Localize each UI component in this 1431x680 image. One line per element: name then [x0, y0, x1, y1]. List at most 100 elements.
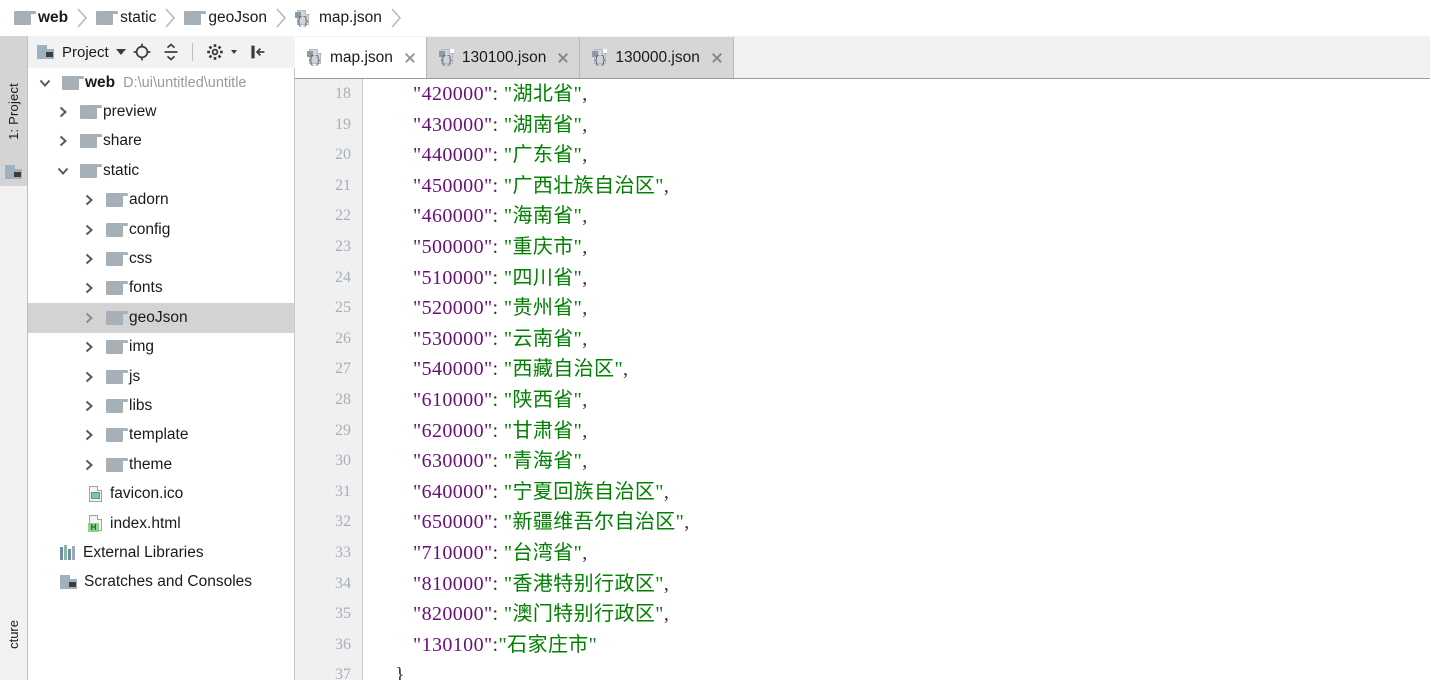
tree-item-label: favicon.ico: [110, 485, 184, 503]
code-line[interactable]: 31 "640000": "宁夏回族自治区",: [295, 477, 1431, 508]
code-line[interactable]: 22 "460000": "海南省",: [295, 201, 1431, 232]
tree-row-favicon[interactable]: favicon.ico: [28, 479, 294, 508]
chevron-right-icon[interactable]: [80, 251, 97, 268]
folder-icon: [106, 428, 128, 443]
breadcrumb-item-web[interactable]: web: [14, 0, 68, 36]
chevron-right-icon[interactable]: [80, 309, 97, 326]
tree-row-share[interactable]: share: [28, 127, 294, 156]
tree-row-config[interactable]: config: [28, 215, 294, 244]
code-text: "530000": "云南省",: [413, 324, 588, 355]
tree-row-geojson[interactable]: geoJson: [28, 303, 294, 333]
chevron-right-icon[interactable]: [80, 456, 97, 473]
folder-icon: [62, 75, 84, 90]
project-tree[interactable]: web D:\ui\untitled\untitle preview share: [28, 68, 295, 680]
close-icon[interactable]: [403, 51, 417, 65]
json-colon: :: [492, 603, 504, 626]
code-line[interactable]: 25 "520000": "贵州省",: [295, 293, 1431, 324]
project-toolbar: Project: [28, 36, 295, 68]
code-line[interactable]: 20 "440000": "广东省",: [295, 140, 1431, 171]
code-editor[interactable]: 18 "420000": "湖北省", 19 "430000": "湖南省", 20 "4…: [295, 79, 1431, 680]
json-punctuation: ,: [582, 541, 588, 564]
code-line[interactable]: 32 "650000": "新疆维吾尔自治区",: [295, 507, 1431, 538]
chevron-down-icon[interactable]: [115, 49, 126, 55]
breadcrumb-item-geojson[interactable]: geoJson: [184, 0, 267, 36]
tree-row-theme[interactable]: theme: [28, 450, 294, 479]
code-line[interactable]: 24 "510000": "四川省",: [295, 263, 1431, 294]
tree-row-template[interactable]: template: [28, 421, 294, 450]
json-colon: :: [492, 419, 504, 442]
tree-row-img[interactable]: img: [28, 333, 294, 362]
code-line[interactable]: 34 "810000": "香港特别行政区",: [295, 569, 1431, 600]
json-key: "420000": [413, 83, 493, 105]
code-line[interactable]: 18 "420000": "湖北省",: [295, 79, 1431, 110]
code-line[interactable]: 35 "820000": "澳门特别行政区",: [295, 599, 1431, 630]
tree-row-libs[interactable]: libs: [28, 391, 294, 420]
tree-row-external-libraries[interactable]: External Libraries: [28, 538, 294, 567]
tree-row-static[interactable]: static: [28, 156, 294, 185]
folder-icon: [80, 134, 102, 149]
tree-row-indexhtml[interactable]: H index.html: [28, 509, 294, 538]
chevron-right-icon[interactable]: [80, 339, 97, 356]
json-colon: :: [492, 144, 504, 167]
hide-panel-icon[interactable]: [245, 39, 271, 65]
chevron-right-icon[interactable]: [80, 397, 97, 414]
project-tab-label: 1: Project: [6, 82, 21, 140]
chevron-down-icon[interactable]: [230, 50, 237, 54]
code-text: "540000": "西藏自治区",: [413, 354, 628, 385]
tab-130000-json[interactable]: {} 130000.json: [580, 37, 734, 78]
folder-icon: [106, 252, 128, 267]
line-number: 37: [335, 666, 351, 680]
json-key: "630000": [413, 450, 493, 473]
breadcrumb-item-static[interactable]: static: [96, 0, 156, 36]
json-value: "宁夏回族自治区": [503, 480, 664, 503]
chevron-right-icon[interactable]: [54, 104, 71, 121]
chevron-right-icon[interactable]: [80, 427, 97, 444]
breadcrumb-item-mapjson[interactable]: {} map.json: [294, 0, 382, 36]
code-line[interactable]: 30 "630000": "青海省",: [295, 446, 1431, 477]
line-number: 36: [335, 635, 351, 653]
line-number: 20: [335, 146, 351, 164]
chevron-down-icon[interactable]: [36, 74, 53, 91]
locate-target-icon[interactable]: [129, 39, 155, 65]
chevron-right-icon[interactable]: [80, 221, 97, 238]
tree-row-scratches[interactable]: Scratches and Consoles: [28, 568, 294, 597]
tool-window-button-structure[interactable]: cture: [0, 588, 27, 680]
chevron-right-icon[interactable]: [54, 133, 71, 150]
editor-tab-bar: {} map.json {} 130100.json {} 130000.jso…: [295, 36, 1431, 79]
tree-item-label: template: [129, 426, 189, 444]
json-file-icon: {}: [592, 49, 609, 67]
tab-130100-json[interactable]: {} 130100.json: [426, 37, 581, 78]
code-line[interactable]: 36 "130100":"石家庄市": [295, 630, 1431, 661]
folder-icon: [96, 11, 119, 25]
chevron-down-icon[interactable]: [54, 162, 71, 179]
code-line[interactable]: 37}: [295, 660, 1431, 680]
left-tool-strip: 1: Project cture: [0, 36, 28, 680]
json-key: "820000": [413, 603, 493, 626]
folder-icon: [80, 163, 102, 178]
tree-row-css[interactable]: css: [28, 244, 294, 273]
code-line[interactable]: 19 "430000": "湖南省",: [295, 110, 1431, 141]
code-line[interactable]: 21 "450000": "广西壮族自治区",: [295, 171, 1431, 202]
code-line[interactable]: 26 "530000": "云南省",: [295, 324, 1431, 355]
tree-row-preview[interactable]: preview: [28, 97, 294, 126]
code-line[interactable]: 29 "620000": "甘肃省",: [295, 416, 1431, 447]
tree-row-web[interactable]: web D:\ui\untitled\untitle: [28, 68, 294, 97]
gear-icon[interactable]: [202, 39, 228, 65]
chevron-right-icon[interactable]: [80, 280, 97, 297]
tree-row-fonts[interactable]: fonts: [28, 274, 294, 303]
chevron-right-icon[interactable]: [80, 368, 97, 385]
close-icon[interactable]: [710, 51, 724, 65]
code-line[interactable]: 28 "610000": "陕西省",: [295, 385, 1431, 416]
tab-map-json[interactable]: {} map.json: [295, 37, 427, 78]
code-line[interactable]: 33 "710000": "台湾省",: [295, 538, 1431, 569]
json-colon: :: [492, 572, 504, 595]
chevron-right-icon[interactable]: [80, 192, 97, 209]
tree-row-adorn[interactable]: adorn: [28, 186, 294, 215]
code-line[interactable]: 23 "500000": "重庆市",: [295, 232, 1431, 263]
code-line[interactable]: 27 "540000": "西藏自治区",: [295, 354, 1431, 385]
close-icon[interactable]: [556, 51, 570, 65]
folder-icon: [184, 11, 207, 25]
folder-icon: [106, 457, 128, 472]
tree-row-js[interactable]: js: [28, 362, 294, 391]
collapse-all-icon[interactable]: [158, 39, 184, 65]
